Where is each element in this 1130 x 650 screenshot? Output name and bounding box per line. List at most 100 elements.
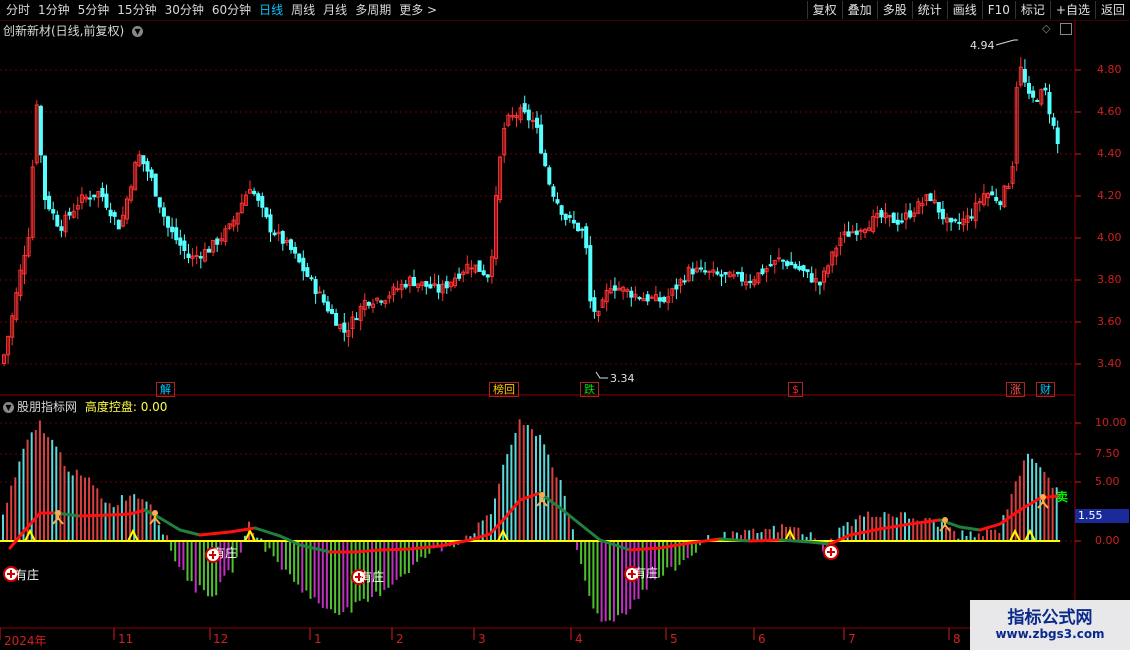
candle-body [170,226,175,233]
candle-body [858,229,863,232]
watermark-title: 指标公式网 [1007,608,1093,628]
candle-body [949,217,954,223]
stock-chart-canvas[interactable] [0,0,1130,650]
indicator-title-row: ▼ 股朋指标网 高度控盘: 0.00 [3,398,167,415]
trend-line [253,526,282,538]
candle-body [969,216,974,219]
candle-body [428,284,433,289]
running-man-icon [942,517,948,523]
diamond-icon[interactable]: ◇ [1042,22,1050,35]
candle-body [1022,68,1027,83]
candle-body [145,161,150,172]
candle-body [576,222,580,232]
trend-line [748,538,782,543]
candle-body [936,202,941,213]
indicator-param-label: 高度控盘: [84,400,137,414]
window-toggle-icon[interactable] [1060,23,1072,35]
candle-body [317,291,322,294]
candle-body [309,277,314,280]
candle-body [846,231,851,237]
price-axis-label: 4.40 [1097,147,1122,160]
indicator-current-value: 1.55 [1075,509,1129,523]
candle-body [793,263,798,269]
chevron-down-icon[interactable]: ▼ [132,26,144,37]
spike-mark [1024,528,1036,542]
candle-body [289,239,293,250]
candle-body [719,274,724,277]
candle-body [43,155,47,201]
candle-body [588,245,593,302]
candle-body [104,193,109,208]
candle-body [321,294,326,303]
candle-body [629,290,634,298]
trend-line [718,537,752,543]
price-axis-label: 4.00 [1097,231,1122,244]
indicator-axis-label: 0.00 [1095,534,1120,547]
candle-body [161,207,166,217]
low-leader [595,371,608,379]
candle-body [998,201,1003,206]
candle-body [940,208,945,220]
event-badge[interactable]: $ [788,382,803,397]
price-axis-label: 4.60 [1097,105,1122,118]
trend-line [353,548,382,554]
candle-body [88,197,93,200]
candle-body [297,253,302,263]
candle-body [908,210,913,218]
event-badge[interactable]: 财 [1036,382,1055,397]
indicator-axis-label: 5.00 [1095,475,1120,488]
chevron-down-icon[interactable]: ▼ [3,402,14,413]
event-badge[interactable]: 解 [156,382,175,397]
candle-body [108,209,113,217]
candle-body [584,226,589,249]
candle-body [899,220,904,223]
candle-body [485,274,490,278]
candle-body [59,226,64,231]
candle-body [674,284,679,290]
candle-body [116,219,121,230]
price-axis-label: 3.80 [1097,273,1122,286]
date-axis-label: 12 [213,632,229,646]
candle-body [539,124,544,154]
candle-body [781,259,785,262]
event-badge[interactable]: 榜回 [489,382,519,397]
candle-body [990,191,995,196]
indicator-axis-label: 7.50 [1095,447,1120,460]
candle-body [366,301,371,306]
site-watermark: 指标公式网 www.zbgs3.com [970,600,1130,650]
candle-body [797,266,802,270]
candle-body [55,214,60,227]
trend-line [908,518,942,526]
low-price-marker: 3.34 [610,372,635,385]
candle-body [805,269,810,273]
candle-body [776,257,781,260]
candle-body [1055,127,1060,145]
candle-body [444,281,449,289]
candle-body [953,219,958,222]
candle-body [207,248,211,253]
date-axis-label: 7 [848,632,856,646]
candle-body [330,309,334,314]
trend-line [108,512,132,517]
running-man-icon [152,510,158,516]
candle-body [1051,117,1056,126]
candle-body [592,297,597,312]
candle-body [268,214,273,233]
candle-body [637,296,642,300]
signal-label: 有庄 [213,546,238,560]
candle-body [740,272,744,282]
candle-body [481,270,486,276]
event-badge[interactable]: 跌 [580,382,599,397]
candle-body [748,280,753,284]
candle-body [469,267,474,270]
candle-body [690,268,695,275]
candle-body [658,297,662,302]
candle-body [47,195,52,210]
candle-body [215,238,220,245]
date-axis-label: 2 [396,632,404,646]
event-badge[interactable]: 涨 [1006,382,1025,397]
date-axis-label: 5 [670,632,678,646]
trend-line [778,538,812,544]
candle-body [612,285,617,291]
candle-body [182,240,187,252]
